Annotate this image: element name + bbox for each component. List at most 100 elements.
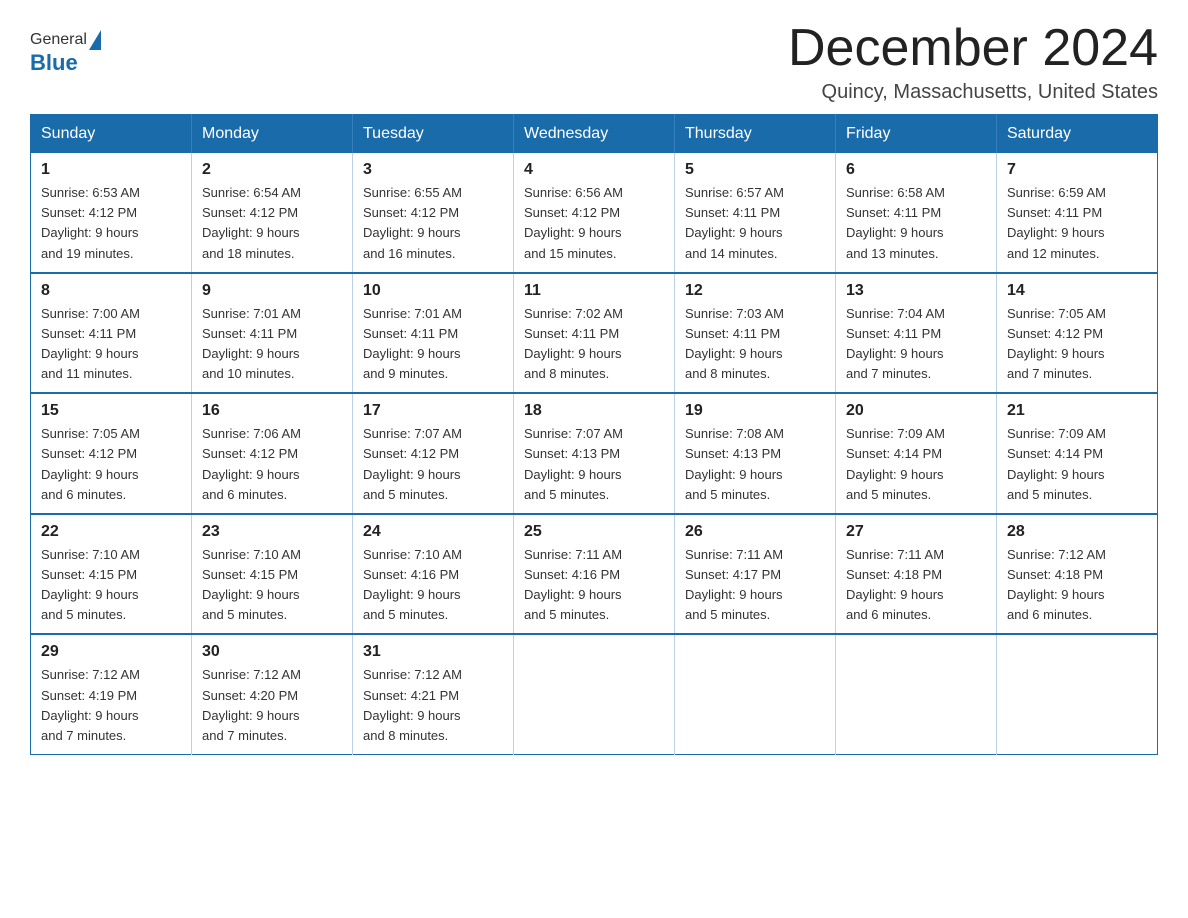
day-number: 22 bbox=[41, 523, 181, 541]
day-number: 17 bbox=[363, 402, 503, 420]
day-number: 15 bbox=[41, 402, 181, 420]
day-number: 30 bbox=[202, 643, 342, 661]
calendar-cell bbox=[836, 634, 997, 754]
calendar-cell: 20 Sunrise: 7:09 AMSunset: 4:14 PMDayligh… bbox=[836, 393, 997, 514]
day-number: 11 bbox=[524, 282, 664, 300]
day-info: Sunrise: 7:01 AMSunset: 4:11 PMDaylight:… bbox=[363, 304, 503, 385]
calendar-cell: 29 Sunrise: 7:12 AMSunset: 4:19 PMDayligh… bbox=[31, 634, 192, 754]
calendar-cell: 9 Sunrise: 7:01 AMSunset: 4:11 PMDaylight… bbox=[192, 273, 353, 394]
day-info: Sunrise: 7:08 AMSunset: 4:13 PMDaylight:… bbox=[685, 424, 825, 505]
day-info: Sunrise: 6:53 AMSunset: 4:12 PMDaylight:… bbox=[41, 183, 181, 264]
day-number: 26 bbox=[685, 523, 825, 541]
day-number: 3 bbox=[363, 161, 503, 179]
calendar-cell: 14 Sunrise: 7:05 AMSunset: 4:12 PMDayligh… bbox=[997, 273, 1158, 394]
calendar-cell: 15 Sunrise: 7:05 AMSunset: 4:12 PMDayligh… bbox=[31, 393, 192, 514]
day-number: 16 bbox=[202, 402, 342, 420]
day-info: Sunrise: 7:02 AMSunset: 4:11 PMDaylight:… bbox=[524, 304, 664, 385]
calendar-cell: 16Sunrise: 7:06 AMSunset: 4:12 PMDayligh… bbox=[192, 393, 353, 514]
title-block: December 2024 Quincy, Massachusetts, Uni… bbox=[788, 20, 1158, 104]
day-info: Sunrise: 6:57 AMSunset: 4:11 PMDaylight:… bbox=[685, 183, 825, 264]
day-info: Sunrise: 7:01 AMSunset: 4:11 PMDaylight:… bbox=[202, 304, 342, 385]
day-number: 24 bbox=[363, 523, 503, 541]
logo: General Blue bbox=[30, 20, 103, 76]
day-info: Sunrise: 7:05 AMSunset: 4:12 PMDaylight:… bbox=[41, 424, 181, 505]
day-number: 7 bbox=[1007, 161, 1147, 179]
calendar-week-row: 1 Sunrise: 6:53 AMSunset: 4:12 PMDaylight… bbox=[31, 153, 1158, 273]
calendar-cell bbox=[514, 634, 675, 754]
day-number: 25 bbox=[524, 523, 664, 541]
day-info: Sunrise: 7:12 AMSunset: 4:21 PMDaylight:… bbox=[363, 665, 503, 746]
day-info: Sunrise: 7:09 AMSunset: 4:14 PMDaylight:… bbox=[846, 424, 986, 505]
calendar-cell: 22 Sunrise: 7:10 AMSunset: 4:15 PMDayligh… bbox=[31, 514, 192, 635]
day-number: 14 bbox=[1007, 282, 1147, 300]
day-info: Sunrise: 7:07 AMSunset: 4:12 PMDaylight:… bbox=[363, 424, 503, 505]
calendar-cell: 6 Sunrise: 6:58 AMSunset: 4:11 PMDaylight… bbox=[836, 153, 997, 273]
calendar-table: SundayMondayTuesdayWednesdayThursdayFrid… bbox=[30, 114, 1158, 755]
day-info: Sunrise: 7:03 AMSunset: 4:11 PMDaylight:… bbox=[685, 304, 825, 385]
calendar-week-row: 29 Sunrise: 7:12 AMSunset: 4:19 PMDayligh… bbox=[31, 634, 1158, 754]
day-info: Sunrise: 6:55 AMSunset: 4:12 PMDaylight:… bbox=[363, 183, 503, 264]
calendar-cell: 3 Sunrise: 6:55 AMSunset: 4:12 PMDaylight… bbox=[353, 153, 514, 273]
day-number: 28 bbox=[1007, 523, 1147, 541]
calendar-cell: 19 Sunrise: 7:08 AMSunset: 4:13 PMDayligh… bbox=[675, 393, 836, 514]
page-header: General Blue December 2024 Quincy, Massa… bbox=[30, 20, 1158, 104]
day-number: 19 bbox=[685, 402, 825, 420]
day-number: 31 bbox=[363, 643, 503, 661]
day-info: Sunrise: 7:10 AMSunset: 4:15 PMDaylight:… bbox=[202, 545, 342, 626]
day-number: 10 bbox=[363, 282, 503, 300]
day-number: 27 bbox=[846, 523, 986, 541]
calendar-cell: 2 Sunrise: 6:54 AMSunset: 4:12 PMDaylight… bbox=[192, 153, 353, 273]
weekday-header-saturday: Saturday bbox=[997, 115, 1158, 154]
day-info: Sunrise: 7:11 AMSunset: 4:17 PMDaylight:… bbox=[685, 545, 825, 626]
day-number: 1 bbox=[41, 161, 181, 179]
day-number: 6 bbox=[846, 161, 986, 179]
calendar-week-row: 15 Sunrise: 7:05 AMSunset: 4:12 PMDayligh… bbox=[31, 393, 1158, 514]
calendar-cell: 1 Sunrise: 6:53 AMSunset: 4:12 PMDaylight… bbox=[31, 153, 192, 273]
day-number: 8 bbox=[41, 282, 181, 300]
calendar-week-row: 8 Sunrise: 7:00 AMSunset: 4:11 PMDaylight… bbox=[31, 273, 1158, 394]
day-info: Sunrise: 7:09 AMSunset: 4:14 PMDaylight:… bbox=[1007, 424, 1147, 505]
day-info: Sunrise: 6:56 AMSunset: 4:12 PMDaylight:… bbox=[524, 183, 664, 264]
day-number: 5 bbox=[685, 161, 825, 179]
day-info: Sunrise: 7:00 AMSunset: 4:11 PMDaylight:… bbox=[41, 304, 181, 385]
weekday-header-sunday: Sunday bbox=[31, 115, 192, 154]
weekday-header-tuesday: Tuesday bbox=[353, 115, 514, 154]
day-info: Sunrise: 7:10 AMSunset: 4:15 PMDaylight:… bbox=[41, 545, 181, 626]
calendar-cell: 26 Sunrise: 7:11 AMSunset: 4:17 PMDayligh… bbox=[675, 514, 836, 635]
day-number: 23 bbox=[202, 523, 342, 541]
day-number: 29 bbox=[41, 643, 181, 661]
day-info: Sunrise: 6:59 AMSunset: 4:11 PMDaylight:… bbox=[1007, 183, 1147, 264]
day-info: Sunrise: 7:07 AMSunset: 4:13 PMDaylight:… bbox=[524, 424, 664, 505]
calendar-cell: 12 Sunrise: 7:03 AMSunset: 4:11 PMDayligh… bbox=[675, 273, 836, 394]
weekday-header-thursday: Thursday bbox=[675, 115, 836, 154]
day-info: Sunrise: 6:58 AMSunset: 4:11 PMDaylight:… bbox=[846, 183, 986, 264]
day-info: Sunrise: 7:11 AMSunset: 4:16 PMDaylight:… bbox=[524, 545, 664, 626]
day-number: 18 bbox=[524, 402, 664, 420]
weekday-header-friday: Friday bbox=[836, 115, 997, 154]
day-number: 20 bbox=[846, 402, 986, 420]
day-info: Sunrise: 7:12 AMSunset: 4:19 PMDaylight:… bbox=[41, 665, 181, 746]
calendar-cell: 4 Sunrise: 6:56 AMSunset: 4:12 PMDaylight… bbox=[514, 153, 675, 273]
day-number: 4 bbox=[524, 161, 664, 179]
logo-triangle-icon bbox=[89, 30, 101, 50]
day-info: Sunrise: 6:54 AMSunset: 4:12 PMDaylight:… bbox=[202, 183, 342, 264]
day-info: Sunrise: 7:04 AMSunset: 4:11 PMDaylight:… bbox=[846, 304, 986, 385]
calendar-week-row: 22 Sunrise: 7:10 AMSunset: 4:15 PMDayligh… bbox=[31, 514, 1158, 635]
weekday-header-row: SundayMondayTuesdayWednesdayThursdayFrid… bbox=[31, 115, 1158, 154]
calendar-cell: 21Sunrise: 7:09 AMSunset: 4:14 PMDayligh… bbox=[997, 393, 1158, 514]
calendar-cell: 25 Sunrise: 7:11 AMSunset: 4:16 PMDayligh… bbox=[514, 514, 675, 635]
calendar-cell: 18 Sunrise: 7:07 AMSunset: 4:13 PMDayligh… bbox=[514, 393, 675, 514]
calendar-cell: 24 Sunrise: 7:10 AMSunset: 4:16 PMDayligh… bbox=[353, 514, 514, 635]
calendar-cell: 30 Sunrise: 7:12 AMSunset: 4:20 PMDayligh… bbox=[192, 634, 353, 754]
day-info: Sunrise: 7:05 AMSunset: 4:12 PMDaylight:… bbox=[1007, 304, 1147, 385]
day-info: Sunrise: 7:10 AMSunset: 4:16 PMDaylight:… bbox=[363, 545, 503, 626]
day-number: 2 bbox=[202, 161, 342, 179]
weekday-header-wednesday: Wednesday bbox=[514, 115, 675, 154]
day-number: 12 bbox=[685, 282, 825, 300]
logo-general-text: General bbox=[30, 31, 87, 49]
calendar-cell bbox=[675, 634, 836, 754]
logo-blue-text: Blue bbox=[30, 50, 78, 75]
page-subtitle: Quincy, Massachusetts, United States bbox=[788, 81, 1158, 104]
day-number: 9 bbox=[202, 282, 342, 300]
day-info: Sunrise: 7:12 AMSunset: 4:20 PMDaylight:… bbox=[202, 665, 342, 746]
